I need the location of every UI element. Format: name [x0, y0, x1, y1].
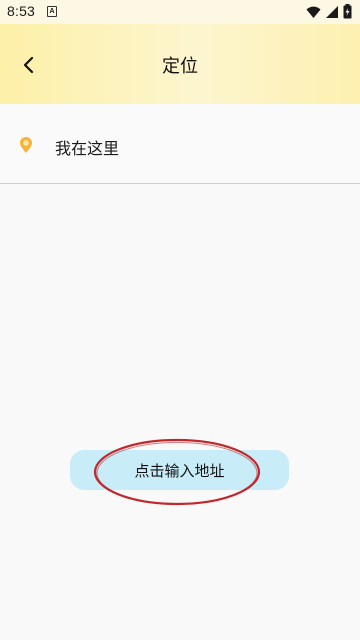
status-icons: [306, 4, 352, 19]
status-bar: 8:53 A: [0, 0, 360, 24]
input-address-label: 点击输入地址: [134, 461, 225, 480]
wifi-icon: [306, 6, 321, 18]
page-title: 定位: [162, 56, 198, 77]
app-header: 定位: [0, 24, 360, 104]
current-location-label: 我在这里: [55, 139, 120, 158]
location-pin-icon: [20, 137, 32, 153]
signal-icon: [326, 5, 338, 18]
battery-icon: [343, 4, 352, 19]
input-address-button[interactable]: 点击输入地址: [70, 450, 289, 490]
status-time: 8:53: [7, 3, 36, 19]
current-location-row[interactable]: 我在这里: [0, 104, 360, 184]
notification-badge: A: [47, 6, 57, 17]
